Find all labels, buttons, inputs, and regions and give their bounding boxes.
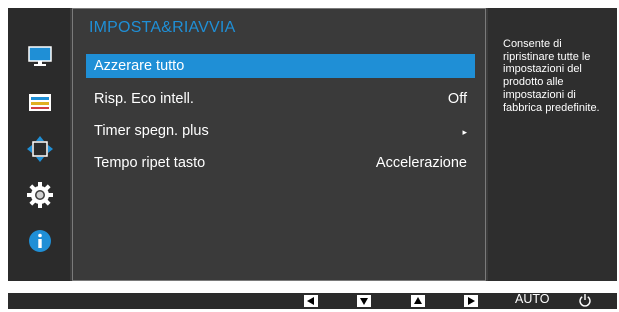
auto-button[interactable]: AUTO [515,292,550,306]
submenu-arrow-icon: ▸ [462,127,467,137]
left-arrow-icon[interactable] [304,295,318,307]
menu-item-value: Accelerazione [375,155,467,171]
right-arrow-icon[interactable] [464,295,478,307]
help-panel: Consente di ripristinare tutte le impost… [488,8,617,281]
up-arrow-icon[interactable] [411,295,425,307]
info-icon[interactable] [27,228,53,254]
down-arrow-icon[interactable] [357,295,371,307]
menu-item-label: Timer spegn. plus [94,123,209,139]
menu-item-value: Off [447,91,467,107]
color-bars-icon[interactable] [27,90,53,116]
menu-title: IMPOSTA&RIAVVIA [89,19,236,36]
help-text: Consente di ripristinare tutte le impost… [503,38,600,114]
menu-item-risp-eco-intell[interactable]: Risp. Eco intell. Off [86,87,475,111]
power-icon[interactable] [578,293,592,307]
menu-item-label: Azzerare tutto [94,58,185,74]
menu-item-tempo-ripet-tasto[interactable]: Tempo ripet tasto Accelerazione [86,151,475,175]
gear-icon[interactable] [27,182,53,208]
position-arrows-icon[interactable] [27,136,53,162]
menu-item-label: Risp. Eco intell. [94,91,194,107]
monitor-icon[interactable] [27,44,53,70]
menu-item-label: Tempo ripet tasto [94,155,206,171]
menu-panel: IMPOSTA&RIAVVIA Azzerare tutto Risp. Eco… [72,8,486,281]
menu-item-azzerare-tutto[interactable]: Azzerare tutto [86,54,475,78]
menu-icon-column [8,8,70,281]
menu-item-timer-spegn-plus[interactable]: Timer spegn. plus ▸ [86,119,475,143]
